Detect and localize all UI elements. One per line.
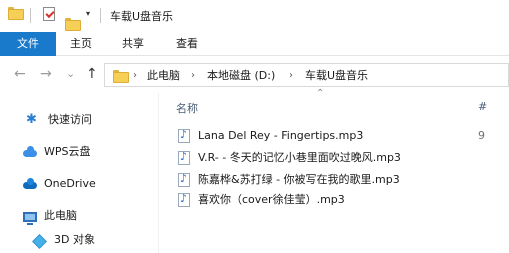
file-name: V.R- - 冬天的记忆小巷里面吹过晚风.mp3 [198, 151, 401, 164]
file-name: 陈嘉桦&苏打绿 - 你被写在我的歌里.mp3 [198, 173, 400, 186]
sidebar-item-label: WPS云盘 [44, 145, 91, 158]
3d-objects-icon [32, 233, 48, 249]
file-name: Lana Del Rey - Fingertips.mp3 [198, 129, 364, 142]
back-arrow-icon[interactable]: ← [14, 65, 26, 83]
folder-icon [113, 70, 129, 83]
ribbon-tabs: 文件 主页 共享 查看 [0, 32, 509, 56]
sort-ascending-icon: ⌃ [316, 88, 325, 99]
computer-icon [22, 209, 38, 225]
file-row[interactable]: 喜欢你（cover徐佳莹）.mp3 [176, 191, 496, 209]
address-bar[interactable]: › 此电脑 › 本地磁盘 (D:) › 车载U盘音乐 [104, 63, 509, 87]
divider [100, 8, 101, 23]
file-row[interactable]: Lana Del Rey - Fingertips.mp3 9 [176, 127, 496, 145]
breadcrumb-separator[interactable]: › [133, 68, 137, 83]
tab-file[interactable]: 文件 [0, 32, 56, 56]
sidebar-item-label: 3D 对象 [54, 233, 95, 246]
new-folder-icon[interactable] [65, 18, 81, 31]
navigation-pane: ✱ 快速访问 WPS云盘 OneDrive 此电脑 3D 对象 [0, 93, 158, 253]
file-name: 喜欢你（cover徐佳莹）.mp3 [198, 193, 345, 206]
recent-locations-chevron-icon[interactable]: ⌄ [66, 65, 75, 83]
column-header-name[interactable]: 名称 [176, 100, 198, 116]
onedrive-icon [22, 177, 38, 191]
breadcrumb-current-folder[interactable]: 车载U盘音乐 [305, 68, 368, 83]
breadcrumb-separator[interactable]: › [191, 68, 195, 83]
navigation-bar: ← → ⌄ ↑ › 此电脑 › 本地磁盘 (D:) › 车载U盘音乐 [0, 57, 509, 93]
divider [30, 8, 31, 23]
tab-view[interactable]: 查看 [176, 32, 198, 56]
up-arrow-icon[interactable]: ↑ [86, 65, 98, 83]
title-bar: ▾ 车载U盘音乐 [0, 0, 509, 32]
forward-arrow-icon[interactable]: → [40, 65, 52, 83]
folder-icon [8, 7, 24, 20]
breadcrumb-local-disk[interactable]: 本地磁盘 (D:) [207, 68, 275, 83]
tab-home[interactable]: 主页 [70, 32, 92, 56]
sidebar-item-label: 快速访问 [48, 113, 92, 126]
sidebar-item-label: 此电脑 [44, 209, 77, 222]
file-row[interactable]: 陈嘉桦&苏打绿 - 你被写在我的歌里.mp3 [176, 171, 496, 189]
audio-file-icon [178, 149, 190, 165]
audio-file-icon [178, 127, 190, 143]
track-number: 9 [478, 129, 485, 142]
wps-cloud-icon [22, 145, 38, 159]
window-title: 车载U盘音乐 [110, 10, 174, 23]
properties-icon[interactable] [43, 7, 55, 21]
audio-file-icon [178, 171, 190, 187]
sidebar-item-label: OneDrive [44, 177, 96, 190]
file-row[interactable]: V.R- - 冬天的记忆小巷里面吹过晚风.mp3 [176, 149, 496, 167]
column-header-number[interactable]: # [478, 100, 487, 113]
breadcrumb-this-pc[interactable]: 此电脑 [147, 68, 180, 83]
pane-divider[interactable] [158, 93, 159, 253]
audio-file-icon [178, 191, 190, 207]
breadcrumb-separator[interactable]: › [289, 68, 293, 83]
customize-toolbar-chevron-icon[interactable]: ▾ [86, 9, 90, 18]
tab-share[interactable]: 共享 [122, 32, 144, 56]
pin-icon: ✱ [26, 112, 37, 127]
